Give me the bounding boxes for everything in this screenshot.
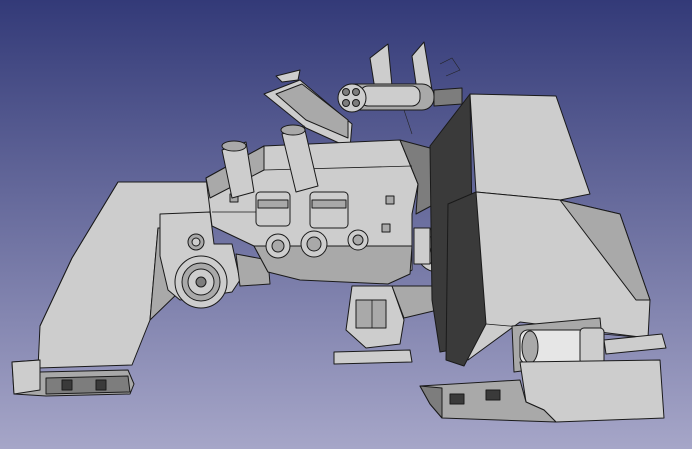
missile-launcher[interactable] xyxy=(337,41,463,135)
3d-viewport[interactable] xyxy=(0,0,692,449)
center-leg[interactable] xyxy=(333,285,447,365)
shoulder-plate[interactable] xyxy=(263,69,353,149)
right-foot[interactable] xyxy=(419,359,665,423)
mech-model[interactable] xyxy=(0,0,692,449)
